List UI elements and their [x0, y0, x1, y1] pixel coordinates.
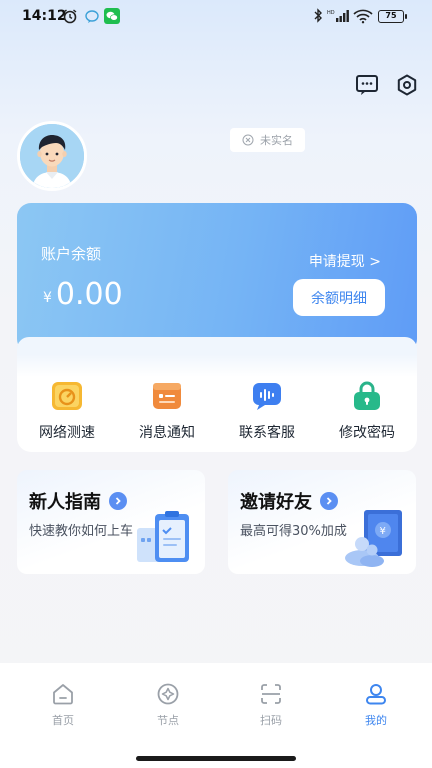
settings-icon[interactable] — [395, 73, 419, 97]
wechat-icon — [104, 8, 120, 24]
speedometer-icon — [52, 382, 82, 410]
withdraw-link[interactable]: 申请提现 > — [309, 251, 381, 271]
message-card-icon — [153, 383, 181, 409]
svg-text:HD: HD — [327, 10, 335, 16]
alarm-icon — [63, 9, 77, 24]
bottom-tab-bar: 首页 节点 扫码 我的 — [0, 663, 432, 768]
balance-detail-button[interactable]: 余额明细 — [293, 279, 385, 316]
chat-bubble-icon — [85, 10, 99, 23]
voice-chat-icon — [253, 383, 281, 410]
promo-title-wrap: 邀请好友 — [240, 488, 338, 514]
tab-label: 首页 — [52, 714, 74, 727]
action-change-password[interactable]: 修改密码 — [322, 380, 412, 442]
avatar-image — [20, 124, 84, 188]
tab-label: 扫码 — [260, 714, 282, 727]
action-label: 消息通知 — [139, 425, 195, 441]
tab-label: 节点 — [157, 714, 179, 727]
balance-card: 账户余额 ¥0.00 申请提现 > 余额明细 — [17, 203, 417, 353]
promo-title: 邀请好友 — [240, 492, 312, 513]
home-icon — [53, 684, 73, 705]
profile-icon — [366, 684, 386, 705]
balance-amount: ¥0.00 — [43, 277, 123, 312]
scan-icon — [261, 684, 281, 704]
reward-users-illustration-icon: ¥ — [345, 510, 402, 567]
close-circle-icon — [242, 134, 254, 146]
realname-status-text: 未实名 — [260, 134, 293, 147]
action-label: 修改密码 — [339, 425, 395, 441]
status-bar: 14:12 HD 75 — [0, 0, 432, 34]
home-indicator — [136, 756, 296, 761]
tab-mine[interactable]: 我的 — [336, 682, 416, 728]
wifi-icon — [353, 9, 373, 24]
svg-text:¥: ¥ — [380, 526, 386, 537]
node-icon — [157, 683, 179, 705]
tab-label: 我的 — [365, 714, 387, 727]
status-time: 14:12 — [22, 8, 67, 24]
action-contact-support[interactable]: 联系客服 — [222, 380, 312, 442]
battery-indicator: 75 — [378, 10, 407, 23]
lock-icon — [354, 381, 380, 410]
message-icon[interactable] — [355, 73, 379, 97]
clipboard-illustration-icon — [137, 511, 189, 562]
action-label: 联系客服 — [239, 425, 295, 441]
arrow-right-icon — [320, 492, 338, 510]
balance-label: 账户余额 — [41, 245, 102, 263]
tab-nodes[interactable]: 节点 — [128, 682, 208, 728]
promo-title-wrap: 新人指南 — [29, 488, 127, 514]
promo-subtitle: 最高可得30%加成 — [240, 524, 347, 539]
quick-actions-panel: 网络测速 消息通知 联系客服 修改密码 — [17, 337, 417, 452]
promo-subtitle: 快速教你如何上车 — [29, 524, 134, 539]
promo-card-newbie-guide[interactable]: 新人指南 快速教你如何上车 — [17, 470, 205, 574]
arrow-right-icon — [109, 492, 127, 510]
tab-home[interactable]: 首页 — [23, 682, 103, 728]
tab-scan[interactable]: 扫码 — [231, 682, 311, 728]
realname-status-badge[interactable]: 未实名 — [230, 128, 305, 152]
bluetooth-icon — [314, 8, 322, 23]
balance-value: 0.00 — [55, 277, 123, 312]
signal-icon: HD — [327, 10, 349, 22]
action-message-notice[interactable]: 消息通知 — [122, 380, 212, 442]
promo-card-invite-friends[interactable]: 邀请好友 最高可得30%加成 ¥ — [228, 470, 416, 574]
promo-title: 新人指南 — [29, 492, 101, 513]
currency-symbol: ¥ — [43, 290, 52, 306]
action-network-speed[interactable]: 网络测速 — [22, 380, 112, 442]
avatar[interactable] — [17, 121, 87, 191]
action-label: 网络测速 — [39, 425, 95, 441]
